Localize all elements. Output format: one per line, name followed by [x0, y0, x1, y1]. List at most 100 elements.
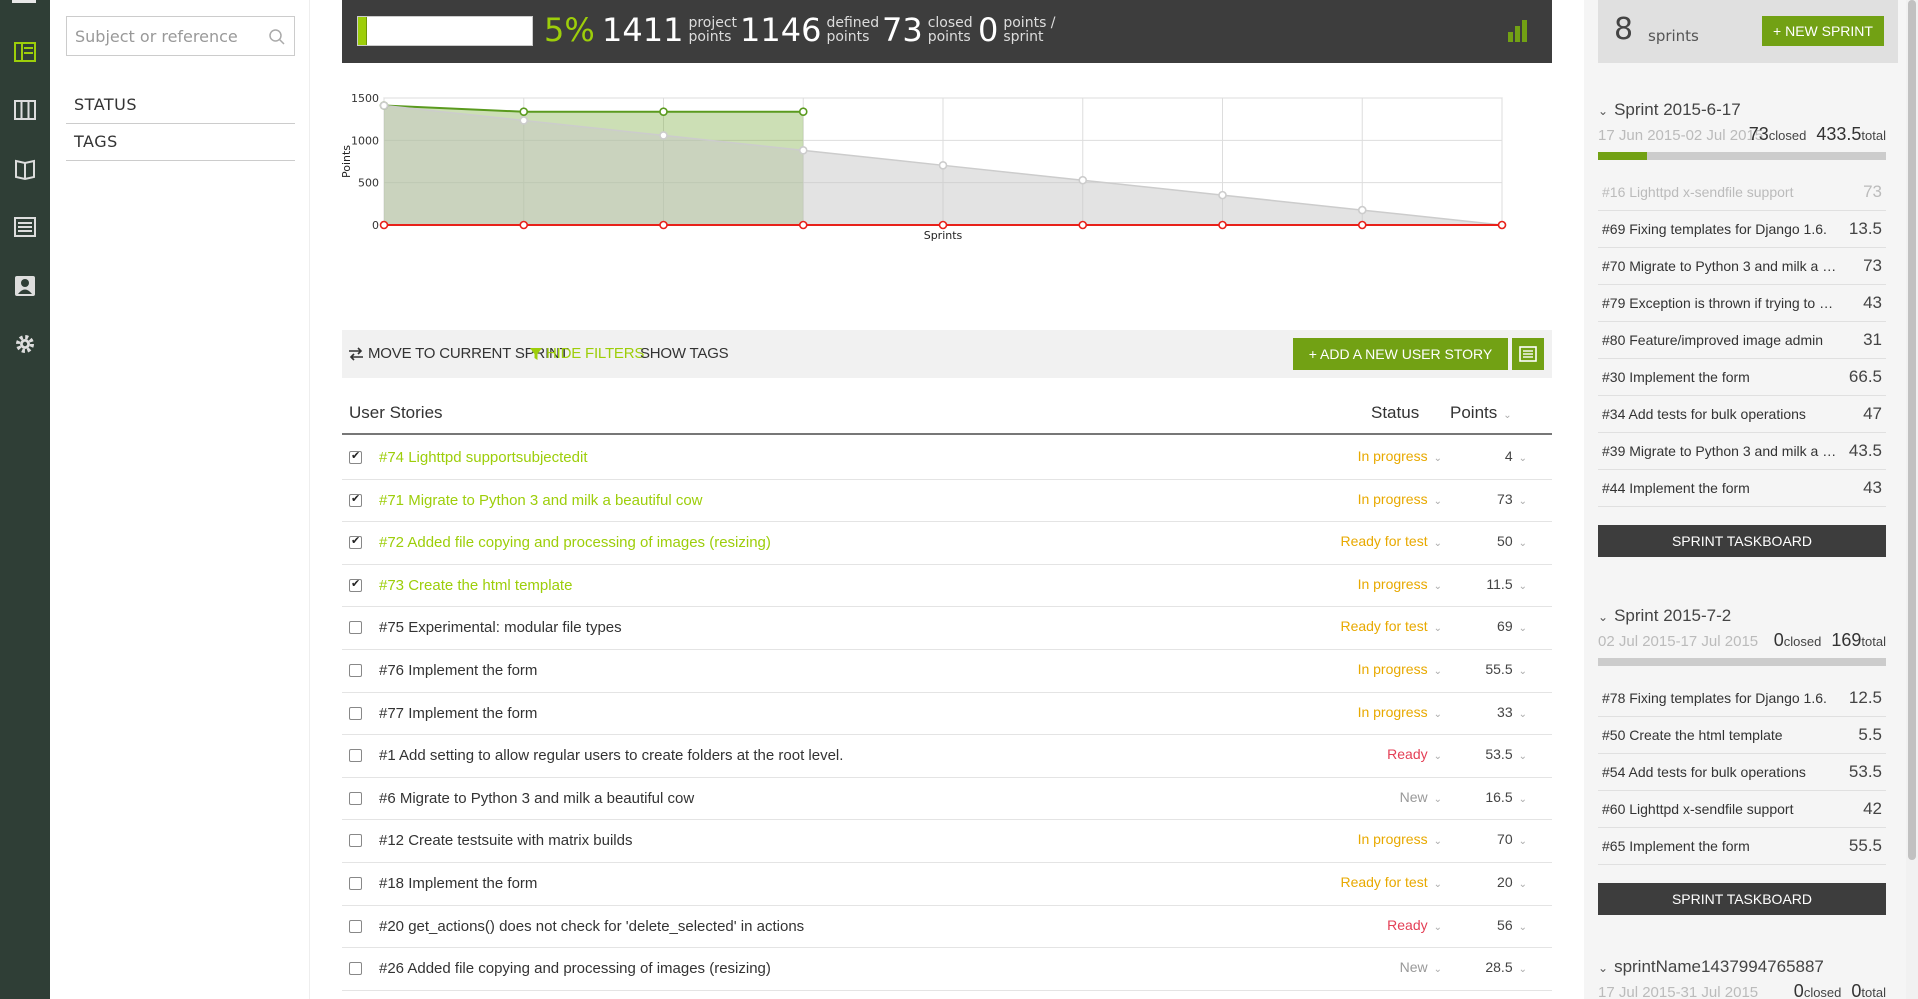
story-status[interactable]: In progress ⌄	[1358, 576, 1442, 592]
sprint-story-title[interactable]: #60 Lighttpd x-sendfile support	[1602, 801, 1837, 817]
kanban-icon[interactable]	[11, 96, 39, 124]
story-checkbox[interactable]	[349, 876, 362, 890]
story-status[interactable]: New ⌄	[1400, 789, 1442, 805]
sprint-story-title[interactable]: #39 Migrate to Python 3 and milk a beaut…	[1602, 443, 1837, 459]
story-status[interactable]: In progress ⌄	[1358, 661, 1442, 677]
story-points[interactable]: 69 ⌄	[1497, 618, 1527, 634]
story-row[interactable]: #74 Lighttpd supportsubjectedit In progre…	[342, 437, 1552, 480]
story-title[interactable]: #77 Implement the form	[379, 705, 537, 722]
story-points[interactable]: 28.5 ⌄	[1485, 959, 1527, 975]
story-checkbox[interactable]	[349, 534, 362, 550]
chevron-down-icon[interactable]: ⌄	[1598, 610, 1608, 624]
issues-icon[interactable]	[11, 213, 39, 241]
story-points[interactable]: 55.5 ⌄	[1485, 661, 1527, 677]
view-toggle-button[interactable]	[1512, 338, 1544, 370]
sprint-story-title[interactable]: #80 Feature/improved image admin	[1602, 332, 1837, 348]
story-title[interactable]: #76 Implement the form	[379, 662, 537, 679]
story-checkbox[interactable]	[349, 749, 362, 763]
sprint-story-title[interactable]: #65 Implement the form	[1602, 838, 1837, 854]
hide-filters-button[interactable]: HIDE FILTERS	[530, 330, 644, 378]
sprint-story[interactable]: #70 Migrate to Python 3 and milk a beaut…	[1598, 248, 1886, 285]
story-title[interactable]: #72 Added file copying and processing of…	[379, 534, 771, 551]
story-points[interactable]: 16.5 ⌄	[1485, 789, 1527, 805]
sprint-story-title[interactable]: #79 Exception is thrown if trying to add…	[1602, 295, 1837, 311]
sprint-taskboard-button[interactable]: SPRINT TASKBOARD	[1598, 525, 1886, 557]
bar-chart-icon[interactable]	[1506, 18, 1530, 42]
story-title[interactable]: #6 Migrate to Python 3 and milk a beauti…	[379, 790, 694, 807]
show-tags-button[interactable]: SHOW TAGS	[640, 330, 729, 378]
story-row[interactable]: #76 Implement the form In progress ⌄ 55.5 ⌄	[342, 650, 1552, 693]
story-status[interactable]: Ready for test ⌄	[1340, 618, 1442, 634]
sprint-story-title[interactable]: #30 Implement the form	[1602, 369, 1837, 385]
story-checkbox[interactable]	[349, 962, 362, 976]
story-title[interactable]: #75 Experimental: modular file types	[379, 619, 622, 636]
story-points[interactable]: 73 ⌄	[1497, 491, 1527, 507]
sprint-story-title[interactable]: #34 Add tests for bulk operations	[1602, 406, 1837, 422]
story-checkbox[interactable]	[349, 492, 362, 507]
chevron-down-icon[interactable]: ⌄	[1598, 104, 1608, 118]
book-icon[interactable]	[11, 155, 39, 183]
sprint-name[interactable]: ⌄ sprintName1437994765887	[1598, 957, 1886, 981]
story-row[interactable]: #6 Migrate to Python 3 and milk a beauti…	[342, 778, 1552, 821]
story-status[interactable]: New ⌄	[1400, 959, 1442, 975]
sprint-story-title[interactable]: #16 Lighttpd x-sendfile support	[1602, 184, 1837, 200]
add-user-story-button[interactable]: + ADD A NEW USER STORY	[1293, 338, 1508, 370]
sprint-story-title[interactable]: #69 Fixing templates for Django 1.6.	[1602, 221, 1837, 237]
story-title[interactable]: #71 Migrate to Python 3 and milk a beaut…	[379, 492, 703, 509]
sprint-story[interactable]: #65 Implement the form 55.5	[1598, 828, 1886, 865]
story-title[interactable]: #12 Create testsuite with matrix builds	[379, 832, 632, 849]
story-title[interactable]: #20 get_actions() does not check for 'de…	[379, 918, 804, 935]
story-checkbox[interactable]	[349, 621, 362, 635]
story-checkbox[interactable]	[349, 919, 362, 933]
story-checkbox[interactable]	[349, 791, 362, 805]
chevron-down-icon[interactable]: ⌄	[1598, 961, 1608, 975]
sprint-story[interactable]: #34 Add tests for bulk operations 47	[1598, 396, 1886, 433]
story-checkbox[interactable]	[349, 577, 362, 592]
story-points[interactable]: 4 ⌄	[1505, 448, 1527, 464]
search-icon[interactable]	[268, 28, 286, 46]
sprint-story-title[interactable]: #78 Fixing templates for Django 1.6.	[1602, 690, 1837, 706]
story-points[interactable]: 11.5 ⌄	[1486, 576, 1527, 592]
story-title[interactable]: #74 Lighttpd supportsubjectedit	[379, 449, 587, 466]
story-status[interactable]: In progress ⌄	[1358, 491, 1442, 507]
story-checkbox[interactable]	[349, 449, 362, 464]
story-row[interactable]: #12 Create testsuite with matrix builds I…	[342, 820, 1552, 863]
sprint-story[interactable]: #60 Lighttpd x-sendfile support 42	[1598, 791, 1886, 828]
menu-icon[interactable]	[12, 0, 36, 3]
scrollbar-thumb[interactable]	[1908, 0, 1916, 860]
story-row[interactable]: #77 Implement the form In progress ⌄ 33 ⌄	[342, 693, 1552, 736]
sprint-taskboard-button[interactable]: SPRINT TASKBOARD	[1598, 883, 1886, 915]
story-status[interactable]: In progress ⌄	[1358, 448, 1442, 464]
sprint-story[interactable]: #16 Lighttpd x-sendfile support 73	[1598, 174, 1886, 211]
story-title[interactable]: #18 Implement the form	[379, 875, 537, 892]
story-points[interactable]: 20 ⌄	[1497, 874, 1527, 890]
team-icon[interactable]	[11, 272, 39, 300]
story-status[interactable]: Ready for test ⌄	[1340, 874, 1442, 890]
story-checkbox[interactable]	[349, 834, 362, 848]
story-status[interactable]: In progress ⌄	[1358, 831, 1442, 847]
sprint-name[interactable]: ⌄ Sprint 2015-6-17	[1598, 100, 1886, 124]
story-points[interactable]: 53.5 ⌄	[1485, 746, 1527, 762]
sprint-story[interactable]: #44 Implement the form 43	[1598, 470, 1886, 507]
story-row[interactable]: #73 Create the html template In progress⌄…	[342, 565, 1552, 608]
page-scrollbar[interactable]	[1906, 0, 1918, 999]
story-row[interactable]: #72 Added file copying and processing of…	[342, 522, 1552, 565]
story-row[interactable]: #75 Experimental: modular file types Read…	[342, 607, 1552, 650]
filter-tags[interactable]: TAGS	[66, 124, 295, 161]
new-sprint-button[interactable]: + NEW SPRINT	[1762, 16, 1884, 46]
sprint-story[interactable]: #54 Add tests for bulk operations 53.5	[1598, 754, 1886, 791]
story-title[interactable]: #73 Create the html template	[379, 577, 572, 594]
story-points[interactable]: 56 ⌄	[1497, 917, 1527, 933]
sprint-story[interactable]: #39 Migrate to Python 3 and milk a beaut…	[1598, 433, 1886, 470]
story-title[interactable]: #26 Added file copying and processing of…	[379, 960, 771, 977]
sprint-story-title[interactable]: #44 Implement the form	[1602, 480, 1837, 496]
story-points[interactable]: 33 ⌄	[1497, 704, 1527, 720]
story-checkbox[interactable]	[349, 706, 362, 720]
story-row[interactable]: #20 get_actions() does not check for 'de…	[342, 906, 1552, 949]
sprint-story[interactable]: #69 Fixing templates for Django 1.6. 13.5	[1598, 211, 1886, 248]
search-input[interactable]	[67, 17, 257, 55]
story-points[interactable]: 50 ⌄	[1497, 533, 1527, 549]
story-row[interactable]: #18 Implement the form Ready for test ⌄ 20 ⌄	[342, 863, 1552, 906]
story-checkbox[interactable]	[349, 663, 362, 677]
story-row[interactable]: #1 Add setting to allow regular users to…	[342, 735, 1552, 778]
